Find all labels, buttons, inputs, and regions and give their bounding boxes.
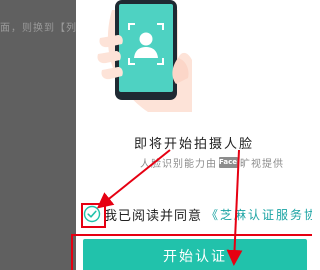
agreement-row: 我已阅读并同意 《芝麻认证服务协 xyxy=(83,203,312,225)
phone-face-scan-illustration xyxy=(97,0,192,112)
screenshot-stage: 面，则换到【列 即将开始拍摄人脸 人脸识别能力由 Face⁺⁺ 旷视提供 我已阅… xyxy=(0,0,312,270)
annotation-box-button xyxy=(71,234,312,270)
background-page: 面，则换到【列 xyxy=(0,0,76,270)
provider-suffix: 旷视提供 xyxy=(240,159,284,170)
faceplusplus-logo: Face⁺⁺ xyxy=(219,157,245,168)
provider-credit: 人脸识别能力由 Face⁺⁺ 旷视提供 xyxy=(140,155,284,170)
annotation-box-checkbox xyxy=(81,203,106,228)
agreement-link[interactable]: 《芝麻认证服务协 xyxy=(206,206,312,223)
background-text: 面，则换到【列 xyxy=(0,23,76,34)
dialog-title: 即将开始拍摄人脸 xyxy=(133,137,254,152)
provider-prefix: 人脸识别能力由 xyxy=(140,159,217,170)
agree-label: 我已阅读并同意 xyxy=(104,208,203,224)
